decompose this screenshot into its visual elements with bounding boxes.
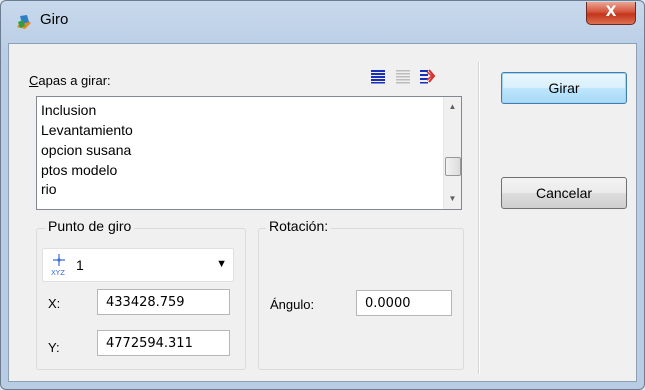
pivot-selected-value: 1 [76,257,84,273]
angle-label: Ángulo: [270,297,315,312]
invert-selection-icon[interactable] [419,68,435,84]
separator [478,62,479,374]
svg-text:XYZ: XYZ [51,269,65,277]
scrollbar-thumb[interactable] [445,157,461,176]
cancel-button[interactable]: Cancelar [501,177,627,209]
y-label: Y: [48,340,60,355]
x-label: X: [48,296,61,311]
rotate-button[interactable]: Girar [501,72,627,104]
layers-listbox[interactable]: Inclusion Levantamiento opcion susana pt… [36,96,462,210]
select-all-icon[interactable] [370,68,386,84]
chevron-down-icon[interactable]: ▼ [216,258,227,270]
close-button[interactable]: X [586,2,636,25]
scroll-down-icon[interactable]: ▼ [444,191,461,207]
rotation-group-label: Rotación: [266,218,332,234]
access-key: C [29,73,39,88]
select-none-icon[interactable] [395,68,411,84]
pivot-group-label: Punto de giro [45,218,135,234]
vertical-scrollbar[interactable]: ▲ ▼ [443,97,461,209]
list-item[interactable]: rio [41,181,57,197]
list-item[interactable]: opcion susana [41,142,131,158]
y-coordinate-field[interactable]: 4772594.311 [97,330,230,356]
list-item[interactable]: Inclusion [41,102,96,118]
x-coordinate-field[interactable]: 433428.759 [97,289,230,315]
angle-field[interactable]: 0.0000 [356,290,452,316]
xyz-point-icon: XYZ [51,254,65,277]
layers-label-text: apas a girar: [38,73,111,88]
window-title: Giro [40,11,69,28]
list-item[interactable]: ptos modelo [41,162,117,178]
scroll-up-icon[interactable]: ▲ [444,99,461,115]
pivot-point-select[interactable]: XYZ 1 ▼ [42,248,234,282]
layer-app-icon [17,15,31,29]
close-icon: X [605,4,617,20]
title-bar[interactable]: Giro X [1,1,644,41]
list-item[interactable]: Levantamiento [41,122,133,138]
layers-label: Capas a girar: [29,73,111,88]
